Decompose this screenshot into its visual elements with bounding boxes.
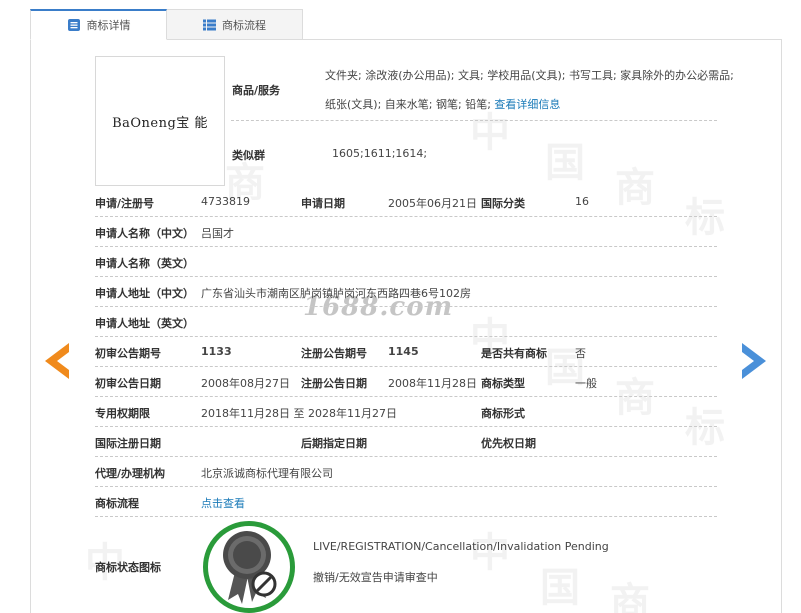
reg-no-label: 申请/注册号	[95, 197, 155, 210]
list-icon	[203, 19, 216, 31]
process-label: 商标流程	[95, 497, 139, 510]
priority-date-label: 优先权日期	[481, 437, 536, 450]
intl-class-value: 16	[575, 195, 589, 208]
address-cn-value: 广东省汕头市潮南区胪岗镇胪岗河东西路四巷6号102房	[201, 287, 471, 300]
reg-no-value: 4733819	[201, 195, 250, 208]
reg-pub-date-label: 注册公告日期	[301, 377, 367, 390]
goods-details-link[interactable]: 查看详细信息	[494, 98, 560, 111]
reg-pub-date-value: 2008年11月28日	[388, 377, 477, 390]
goods-line-1: 文件夹; 涂改液(办公用品); 文具; 学校用品(文具); 书写工具; 家具除外…	[325, 69, 734, 82]
divider	[95, 366, 717, 367]
reg-pub-no-label: 注册公告期号	[301, 347, 367, 360]
address-cn-label: 申请人地址（中文）	[95, 287, 194, 300]
trademark-image: BaOneng宝 能	[95, 56, 225, 186]
chevron-left-icon	[45, 343, 69, 379]
next-arrow[interactable]	[740, 343, 766, 379]
prelim-date-label: 初审公告日期	[95, 377, 161, 390]
shared-value: 否	[575, 347, 586, 360]
mark-type-value: 一般	[575, 377, 597, 390]
address-en-label: 申请人地址（英文）	[95, 317, 194, 330]
exclusive-period-label: 专用权期限	[95, 407, 150, 420]
status-en-text: LIVE/REGISTRATION/Cancellation/Invalidat…	[313, 540, 609, 553]
process-view-link[interactable]: 点击查看	[201, 495, 245, 511]
prelim-date-value: 2008年08月27日	[201, 377, 290, 390]
divider	[231, 120, 717, 121]
prev-arrow[interactable]	[45, 343, 71, 379]
status-cn-text: 撤销/无效宣告申请审查中	[313, 571, 438, 584]
prelim-no-label: 初审公告期号	[95, 347, 161, 360]
tab-trademark-process[interactable]: 商标流程	[166, 9, 303, 40]
mark-form-label: 商标形式	[481, 407, 525, 420]
prelim-no-value: 1133	[201, 345, 232, 358]
apply-date-label: 申请日期	[301, 197, 345, 210]
exclusive-period-value: 2018年11月28日 至 2028年11月27日	[201, 407, 397, 420]
chevron-right-icon	[742, 343, 766, 379]
goods-label: 商品/服务	[232, 84, 281, 97]
document-icon	[67, 18, 81, 32]
tab-label: 商标流程	[222, 18, 266, 32]
divider	[95, 456, 717, 457]
status-icon-label: 商标状态图标	[95, 561, 161, 574]
intl-class-label: 国际分类	[481, 197, 525, 210]
award-cancel-icon	[223, 531, 277, 604]
status-badge	[203, 521, 295, 613]
divider	[95, 306, 717, 307]
applicant-cn-label: 申请人名称（中文）	[95, 227, 194, 240]
applicant-cn-value: 吕国才	[201, 227, 234, 240]
divider	[95, 336, 717, 337]
divider	[95, 396, 717, 397]
divider	[95, 246, 717, 247]
trademark-logo-text: BaOneng宝 能	[112, 115, 208, 131]
divider	[95, 276, 717, 277]
apply-date-value: 2005年06月21日	[388, 197, 477, 210]
tab-trademark-details[interactable]: 商标详情	[30, 9, 167, 40]
divider	[95, 486, 717, 487]
later-date-label: 后期指定日期	[301, 437, 367, 450]
goods-line-2-text: 纸张(文具); 自来水笔; 钢笔; 铅笔;	[325, 98, 491, 111]
goods-line-2: 纸张(文具); 自来水笔; 钢笔; 铅笔; 查看详细信息	[325, 96, 560, 112]
similar-group-label: 类似群	[232, 149, 265, 162]
shared-label: 是否共有商标	[481, 347, 547, 360]
divider	[95, 516, 717, 517]
similar-group-value: 1605;1611;1614;	[332, 147, 428, 160]
applicant-en-label: 申请人名称（英文）	[95, 257, 194, 270]
divider	[95, 426, 717, 427]
intl-reg-date-label: 国际注册日期	[95, 437, 161, 450]
agent-label: 代理/办理机构	[95, 467, 166, 480]
tab-label: 商标详情	[86, 19, 131, 32]
reg-pub-no-value: 1145	[388, 345, 419, 358]
agent-value: 北京派诚商标代理有限公司	[201, 467, 333, 480]
mark-type-label: 商标类型	[481, 377, 525, 390]
divider	[95, 216, 717, 217]
